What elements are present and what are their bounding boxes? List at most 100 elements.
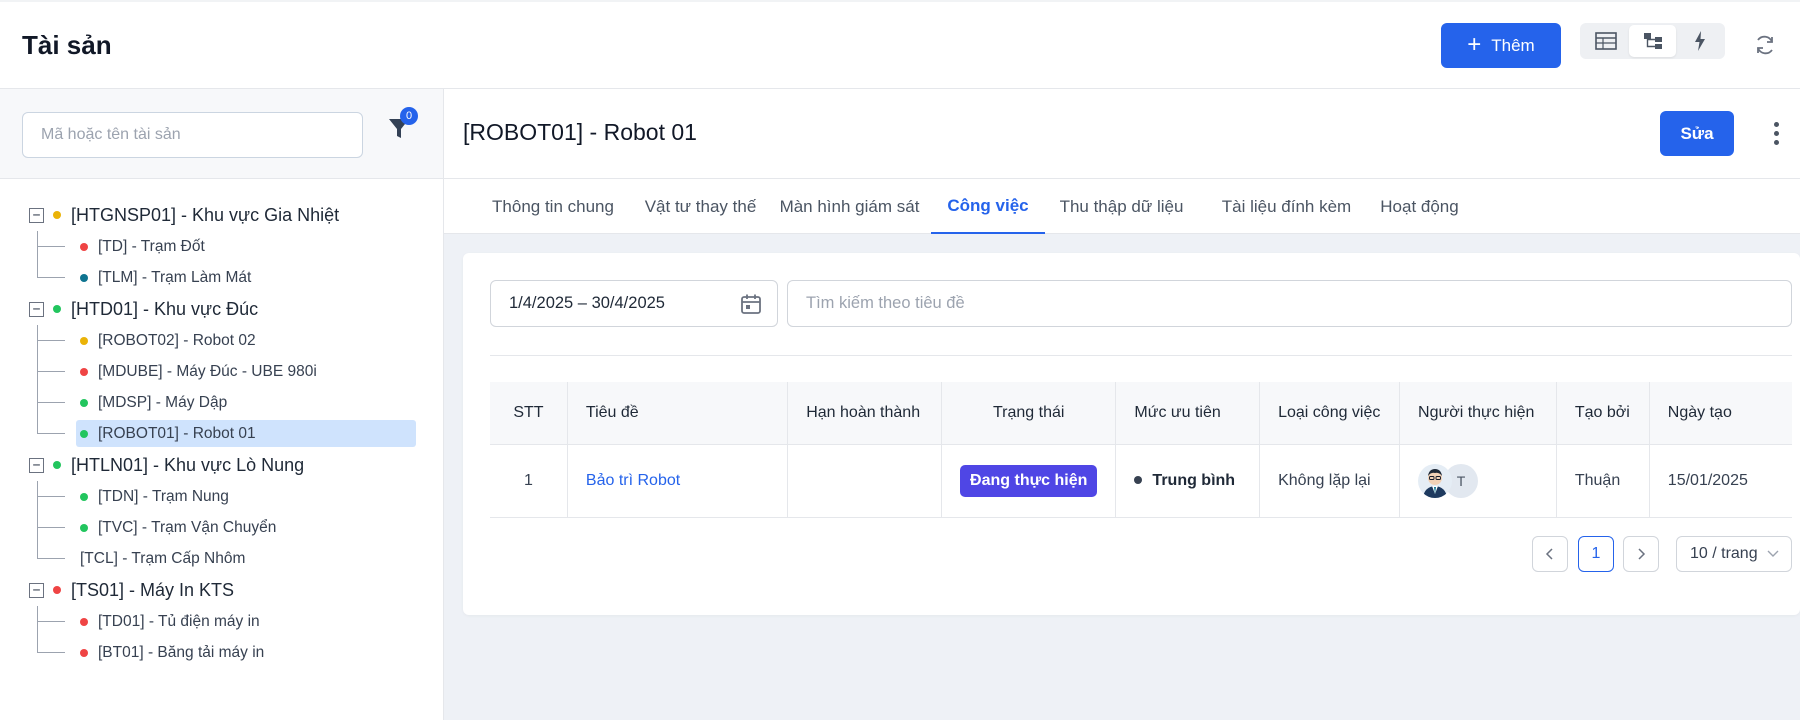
column-header: Loại công việc — [1259, 382, 1401, 445]
plus-icon: + — [1467, 30, 1482, 58]
tree-connector — [37, 558, 65, 559]
add-button[interactable]: + Thêm — [1441, 23, 1561, 68]
tree-node-label: [HTLN01] - Khu vực Lò Nung — [71, 454, 305, 475]
cell-stt: 1 — [490, 444, 568, 518]
tree-connector — [37, 433, 65, 434]
tab[interactable]: Thu thập dữ liệu — [1044, 179, 1199, 234]
page-size-value: 10 / trang — [1690, 545, 1758, 562]
collapse-icon[interactable]: − — [29, 207, 44, 223]
filter-count-badge: 0 — [400, 107, 418, 125]
tab[interactable]: Hoạt động — [1354, 179, 1485, 234]
next-page-icon[interactable] — [1623, 536, 1659, 572]
calendar-icon — [739, 292, 763, 316]
add-button-label: Thêm — [1491, 35, 1535, 55]
tree-leaf[interactable]: [TVC] - Trạm Vận Chuyển — [0, 512, 443, 543]
status-dot — [80, 523, 88, 532]
tree-connector — [37, 527, 65, 528]
tree-leaf-label: [TDN] - Trạm Nung — [98, 487, 229, 505]
tree-group: − [HTLN01] - Khu vực Lò Nung [TDN] - Trạm … — [0, 449, 443, 574]
page-number-button[interactable]: 1 — [1578, 536, 1614, 572]
cell-created-at: 15/01/2025 — [1649, 444, 1792, 518]
date-range-picker[interactable]: 1/4/2025 – 30/4/2025 — [490, 280, 778, 327]
collapse-icon[interactable]: − — [29, 582, 44, 598]
status-dot — [80, 648, 88, 657]
tab[interactable]: Vật tư thay thế — [618, 179, 783, 234]
tree-leaf[interactable]: [TD] - Trạm Đốt — [0, 231, 443, 262]
detail-panel: [ROBOT01] - Robot 01 Sửa Thông tin chung… — [444, 89, 1800, 720]
tree-node[interactable]: − [HTLN01] - Khu vực Lò Nung — [0, 449, 443, 481]
tree-leaf[interactable]: [TD01] - Tủ điện máy in — [0, 606, 443, 637]
tree-connector — [37, 371, 65, 372]
tab[interactable]: Màn hình giám sát — [762, 179, 937, 234]
tab[interactable]: Công việc — [931, 179, 1045, 234]
tree-node-label: [TS01] - Máy In KTS — [71, 579, 235, 600]
tab[interactable]: Tài liệu đính kèm — [1196, 179, 1377, 234]
tree-view-icon[interactable] — [1629, 25, 1676, 57]
tree-leaf[interactable]: [ROBOT02] - Robot 02 — [0, 325, 443, 356]
tree-leaf[interactable]: [ROBOT01] - Robot 01 — [0, 418, 443, 449]
chevron-down-icon — [1767, 547, 1779, 566]
detail-header: [ROBOT01] - Robot 01 Sửa — [444, 89, 1800, 179]
tree-leaf-label: [TLM] - Trạm Làm Mát — [98, 268, 252, 286]
lightning-icon[interactable] — [1676, 25, 1723, 57]
sidebar-search-bar: 0 — [0, 89, 443, 179]
asset-sidebar: 0 − [HTGNSP01] - Khu vực Gia Nhiệt [TD] - … — [0, 89, 444, 720]
prev-page-icon[interactable] — [1532, 536, 1568, 572]
tree-group: − [TS01] - Máy In KTS [TD01] - Tủ điện máy… — [0, 574, 443, 668]
avatar[interactable] — [1418, 463, 1453, 498]
cell-priority: Trung bình — [1115, 444, 1261, 518]
column-header: Người thực hiện — [1399, 382, 1557, 445]
tree-connector — [37, 621, 65, 622]
tree-node[interactable]: − [TS01] - Máy In KTS — [0, 574, 443, 606]
column-header: Mức ưu tiên — [1115, 382, 1261, 445]
column-header: Ngày tạo — [1649, 382, 1792, 445]
work-card: 1/4/2025 – 30/4/2025 STTTiêu đềHạn hoàn … — [463, 253, 1800, 615]
view-mode-switcher — [1580, 23, 1725, 59]
refresh-icon[interactable] — [1752, 32, 1778, 58]
cell-title-link[interactable]: Bảo trì Robot — [567, 444, 789, 518]
table-row[interactable]: 1 Bảo trì Robot Đang thực hiện Trung bìn… — [490, 444, 1792, 518]
tree-leaf[interactable]: [TCL] - Trạm Cấp Nhôm — [0, 543, 443, 574]
filter-button[interactable]: 0 — [388, 107, 422, 151]
column-header: Hạn hoàn thành — [787, 382, 943, 445]
column-header: Tiêu đề — [567, 382, 789, 445]
divider — [490, 355, 1792, 356]
cell-status: Đang thực hiện — [941, 444, 1117, 518]
edit-button[interactable]: Sửa — [1660, 111, 1734, 156]
title-search-input[interactable] — [787, 280, 1792, 327]
cell-assignees: T — [1399, 444, 1557, 518]
status-dot — [53, 211, 61, 219]
more-options-icon[interactable] — [1766, 117, 1786, 149]
cell-created-by: Thuận — [1556, 444, 1650, 518]
status-dot — [80, 617, 88, 626]
tree-connector — [37, 652, 65, 653]
page-size-select[interactable]: 10 / trang — [1676, 536, 1792, 572]
tree-leaf-label: [MDSP] - Máy Dập — [98, 393, 228, 411]
tree-node[interactable]: − [HTGNSP01] - Khu vực Gia Nhiệt — [0, 199, 443, 231]
work-title-link[interactable]: Bảo trì Robot — [586, 472, 680, 489]
tree-leaf[interactable]: [BT01] - Băng tải máy in — [0, 637, 443, 668]
priority-label: Trung bình — [1152, 471, 1236, 489]
table-view-icon[interactable] — [1582, 25, 1629, 57]
asset-search-input[interactable] — [22, 112, 363, 158]
tree-leaf-label: [TD] - Trạm Đốt — [98, 237, 205, 255]
tree-leaf-label: [TD01] - Tủ điện máy in — [98, 612, 260, 630]
priority-dot — [1134, 476, 1143, 485]
tree-node[interactable]: − [HTD01] - Khu vực Đúc — [0, 293, 443, 325]
tree-leaf[interactable]: [TLM] - Trạm Làm Mát — [0, 262, 443, 293]
tree-connector — [37, 402, 65, 403]
collapse-icon[interactable]: − — [29, 457, 44, 473]
tree-leaf-label: [TVC] - Trạm Vận Chuyển — [98, 518, 277, 536]
collapse-icon[interactable]: − — [29, 301, 44, 317]
tree-connector — [37, 246, 65, 247]
tree-leaf-label: [TCL] - Trạm Cấp Nhôm — [80, 549, 246, 567]
tree-connector — [37, 340, 65, 341]
status-dot — [80, 367, 88, 376]
tree-leaf[interactable]: [TDN] - Trạm Nung — [0, 481, 443, 512]
tree-leaf-label: [ROBOT01] - Robot 01 — [98, 424, 256, 442]
asset-tree: − [HTGNSP01] - Khu vực Gia Nhiệt [TD] - Tr… — [0, 199, 443, 668]
asset-title: [ROBOT01] - Robot 01 — [463, 119, 697, 145]
tree-leaf[interactable]: [MDSP] - Máy Dập — [0, 387, 443, 418]
status-dot — [80, 242, 88, 251]
tree-leaf[interactable]: [MDUBE] - Máy Đúc - UBE 980i — [0, 356, 443, 387]
